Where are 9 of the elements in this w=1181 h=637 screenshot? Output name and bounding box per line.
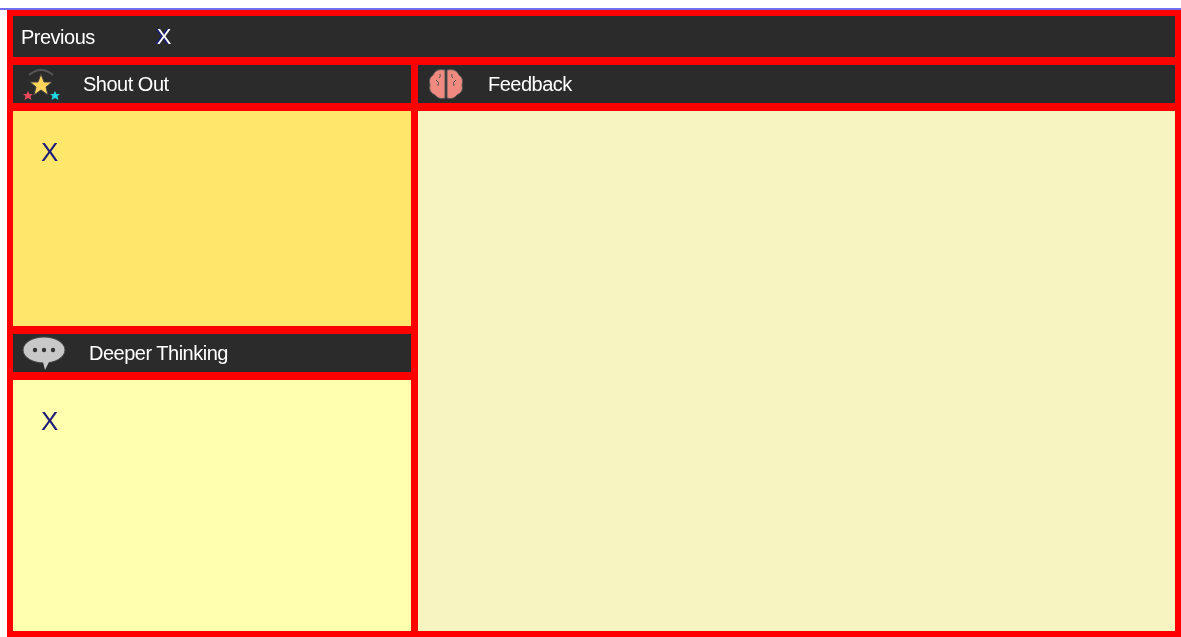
previous-button[interactable]: Previous [21, 21, 95, 52]
panel-title: Deeper Thinking [89, 341, 228, 366]
cross-mark: X [156, 23, 172, 51]
stars-icon [21, 67, 61, 101]
cross-mark: X [41, 406, 59, 436]
cross-mark: X [41, 137, 59, 167]
brain-icon [426, 66, 466, 102]
panel-title: Feedback [488, 72, 572, 97]
panel-title: Shout Out [83, 72, 169, 97]
